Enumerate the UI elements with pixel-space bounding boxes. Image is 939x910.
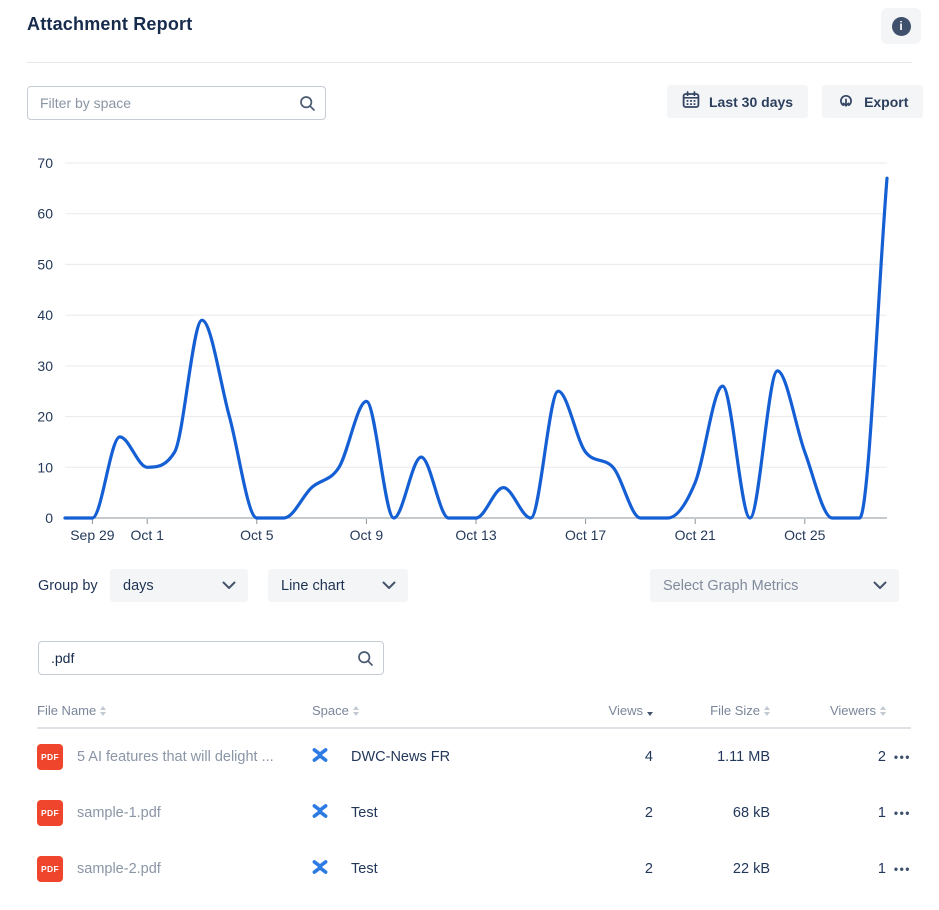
column-header-file-name[interactable]: File Name	[37, 703, 312, 718]
group-by-value: days	[123, 578, 154, 594]
file-size-value: 22 kB	[653, 861, 770, 877]
table-row: PDF sample-1.pdf Test 2 68 kB 1 •••	[37, 785, 911, 841]
table-row: PDF sample-2.pdf Test 2 22 kB 1 •••	[37, 841, 911, 897]
attachments-table: File Name Space Views File Size Viewers	[37, 703, 911, 897]
column-header-space[interactable]: Space	[312, 703, 560, 718]
confluence-space-icon	[312, 859, 328, 880]
column-header-file-size[interactable]: File Size	[653, 703, 770, 718]
svg-text:70: 70	[37, 155, 53, 171]
views-value: 2	[560, 805, 653, 821]
svg-text:Oct 13: Oct 13	[455, 527, 496, 543]
table-row: PDF 5 AI features that will delight ... …	[37, 729, 911, 785]
svg-text:Oct 17: Oct 17	[565, 527, 606, 543]
svg-text:0: 0	[45, 510, 53, 526]
views-value: 4	[560, 749, 653, 765]
chevron-down-icon	[222, 578, 236, 594]
svg-text:Sep 29: Sep 29	[70, 527, 115, 543]
viewers-value: 2	[770, 749, 886, 765]
file-size-value: 1.11 MB	[653, 749, 770, 765]
date-range-label: Last 30 days	[709, 94, 793, 110]
calendar-icon	[682, 91, 700, 112]
file-name-link[interactable]: 5 AI features that will delight ...	[77, 749, 274, 765]
info-icon: i	[892, 17, 911, 36]
views-line-chart: 0 10 20 30 40 50 60 70 Sep 29 Oct 1 Oct 5 Oct 9 Oct …	[0, 145, 939, 555]
date-range-button[interactable]: Last 30 days	[667, 85, 808, 118]
file-name-link[interactable]: sample-2.pdf	[77, 861, 161, 877]
sort-icon	[100, 706, 106, 716]
file-size-value: 68 kB	[653, 805, 770, 821]
confluence-space-icon	[312, 747, 328, 768]
svg-text:10: 10	[37, 459, 53, 475]
svg-text:Oct 9: Oct 9	[350, 527, 384, 543]
header-divider	[27, 62, 912, 63]
group-by-select[interactable]: days	[110, 569, 248, 602]
viewers-value: 1	[770, 805, 886, 821]
row-menu-icon[interactable]: •••	[886, 862, 911, 876]
space-name-link[interactable]: DWC-News FR	[351, 749, 450, 765]
svg-text:Oct 25: Oct 25	[784, 527, 825, 543]
pdf-file-icon: PDF	[37, 856, 63, 882]
space-name-link[interactable]: Test	[351, 861, 378, 877]
sort-icon	[880, 706, 886, 716]
cloud-download-icon	[837, 91, 855, 112]
group-by-label: Group by	[38, 578, 98, 594]
chart-type-select[interactable]: Line chart	[268, 569, 408, 602]
attachment-report-page: Attachment Report i Last 30 days Export …	[0, 0, 939, 910]
svg-text:Oct 5: Oct 5	[240, 527, 274, 543]
export-button[interactable]: Export	[822, 85, 923, 118]
space-filter-input[interactable]	[28, 87, 289, 119]
chart-type-value: Line chart	[281, 578, 345, 594]
pdf-file-icon: PDF	[37, 744, 63, 770]
search-icon	[289, 95, 325, 112]
export-label: Export	[864, 94, 908, 110]
column-header-views[interactable]: Views	[560, 703, 653, 718]
file-name-link[interactable]: sample-1.pdf	[77, 805, 161, 821]
row-menu-icon[interactable]: •••	[886, 806, 911, 820]
svg-text:50: 50	[37, 256, 53, 272]
viewers-value: 1	[770, 861, 886, 877]
chevron-down-icon	[873, 578, 887, 594]
svg-text:60: 60	[37, 206, 53, 222]
views-value: 2	[560, 861, 653, 877]
svg-text:Oct 1: Oct 1	[130, 527, 164, 543]
chevron-down-icon	[382, 578, 396, 594]
confluence-space-icon	[312, 803, 328, 824]
space-filter-field	[27, 86, 326, 120]
svg-text:Oct 21: Oct 21	[675, 527, 716, 543]
page-title: Attachment Report	[27, 14, 192, 35]
pdf-file-icon: PDF	[37, 800, 63, 826]
svg-text:20: 20	[37, 409, 53, 425]
column-header-viewers[interactable]: Viewers	[770, 703, 886, 718]
space-name-link[interactable]: Test	[351, 805, 378, 821]
row-menu-icon[interactable]: •••	[886, 750, 911, 764]
sort-icon	[353, 706, 359, 716]
search-icon	[347, 650, 383, 667]
toolbar-actions: Last 30 days Export	[667, 85, 923, 118]
file-search-field	[38, 641, 384, 675]
graph-metrics-placeholder: Select Graph Metrics	[663, 578, 798, 594]
table-header-row: File Name Space Views File Size Viewers	[37, 703, 911, 729]
svg-text:30: 30	[37, 358, 53, 374]
graph-metrics-select[interactable]: Select Graph Metrics	[650, 569, 899, 602]
svg-text:40: 40	[37, 307, 53, 323]
file-search-input[interactable]	[39, 642, 347, 674]
info-button[interactable]: i	[881, 8, 921, 44]
